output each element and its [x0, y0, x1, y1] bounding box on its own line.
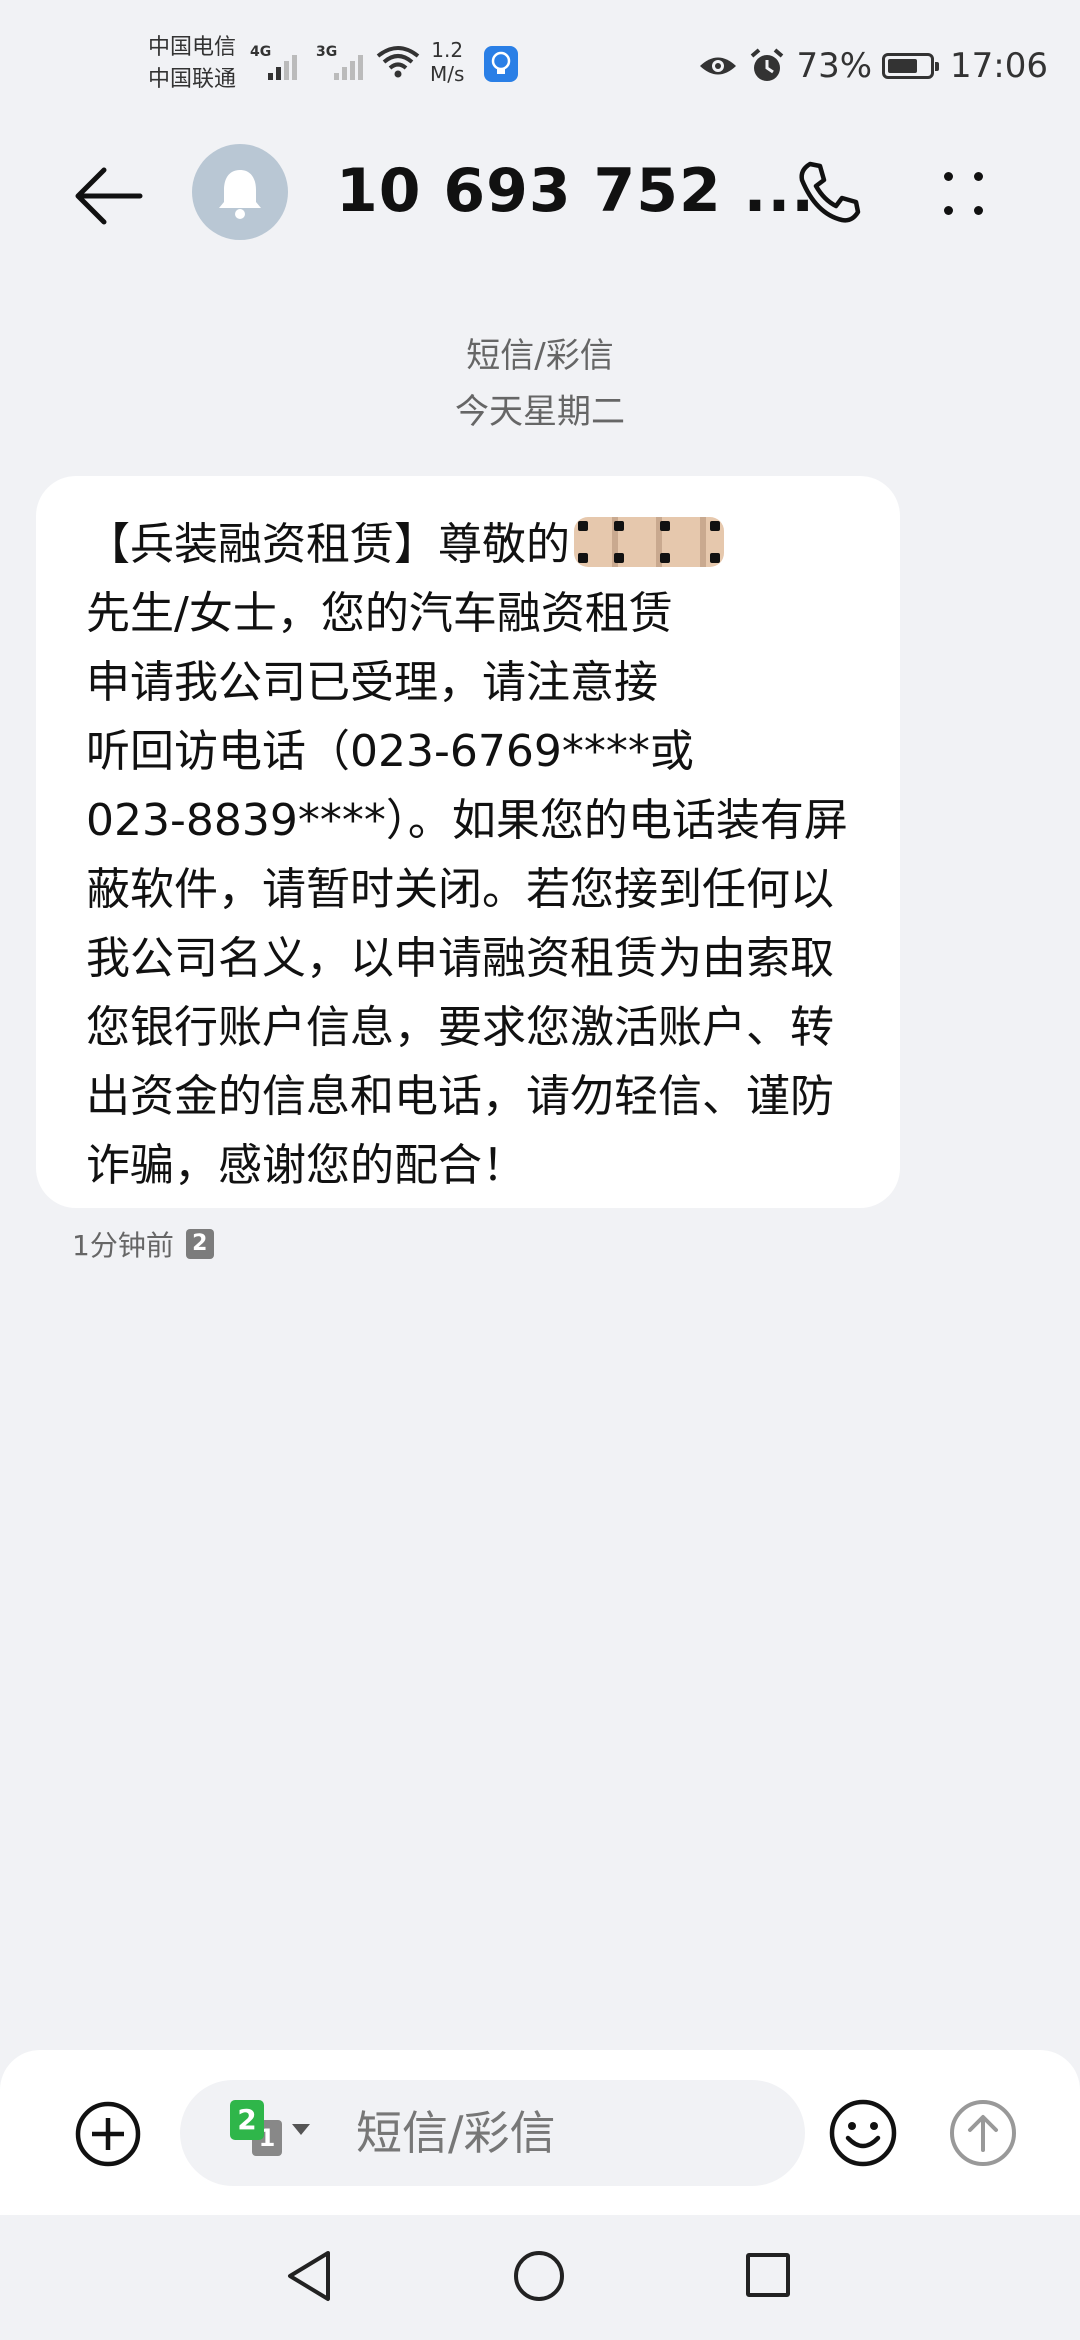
thread-date-label: 今天星期二 — [455, 392, 625, 432]
carrier-2: 中国联通 — [148, 67, 237, 92]
message-text-part-1: 【兵装融资租赁】尊敬的 — [86, 519, 570, 570]
alarm-icon — [751, 48, 784, 81]
battery-icon — [882, 53, 940, 79]
emoji-icon[interactable] — [828, 2098, 898, 2168]
status-right-group: 73% 17:06 — [698, 44, 1048, 88]
sim-primary-icon: 2 — [230, 2100, 264, 2140]
carrier-1: 中国电信 — [148, 35, 237, 60]
message-text: 【兵装融资租赁】尊敬的 先生/女士，您的汽车融资租赁 申请我公司已受理，请注意接… — [86, 510, 860, 1200]
network-speed: 1.2 M/s — [430, 38, 464, 86]
conversation-header: 10 693 752 ... — [0, 130, 1080, 260]
carrier-labels: 中国电信 中国联通 — [148, 32, 236, 96]
speed-unit: M/s — [430, 62, 465, 86]
status-bar: 中国电信 中国联通 4G 3G 1.2 M/s 73% 17:06 — [0, 0, 1080, 130]
message-input-container[interactable]: 1 2 — [180, 2080, 805, 2186]
contact-number-title[interactable]: 10 693 752 ... — [336, 156, 815, 226]
nav-home-icon[interactable] — [512, 2249, 566, 2303]
phone-icon[interactable] — [796, 160, 862, 226]
navigation-bar — [0, 2215, 1080, 2340]
composer-bar: 1 2 — [0, 2050, 1080, 2215]
nav-recent-icon[interactable] — [746, 2253, 790, 2297]
eye-icon — [700, 57, 737, 75]
speed-value: 1.2 — [431, 38, 464, 62]
battery-percent: 73% — [796, 46, 873, 86]
message-time: 1分钟前 — [72, 1229, 174, 1262]
message-bubble[interactable]: 【兵装融资租赁】尊敬的 先生/女士，您的汽车融资租赁 申请我公司已受理，请注意接… — [36, 476, 900, 1208]
add-icon[interactable] — [74, 2100, 142, 2168]
thread-type-label: 短信/彩信 — [466, 336, 614, 376]
sim-badge: 2 — [185, 1229, 214, 1259]
contact-avatar[interactable] — [192, 144, 288, 240]
sim-selector[interactable]: 1 2 — [230, 2100, 310, 2160]
redaction-mask — [574, 517, 724, 567]
message-input[interactable] — [356, 2100, 776, 2166]
back-arrow-icon[interactable] — [74, 166, 144, 226]
bell-icon — [219, 170, 261, 219]
nav-back-icon[interactable] — [284, 2249, 334, 2303]
message-meta: 1分钟前 2 — [72, 1224, 214, 1264]
message-text-part-2: 先生/女士，您的汽车融资租赁 申请我公司已受理，请注意接 听回访电话（023-6… — [86, 588, 848, 1191]
wifi-icon — [376, 46, 420, 78]
send-icon[interactable] — [948, 2098, 1018, 2168]
chevron-down-icon — [292, 2124, 310, 2135]
clock: 17:06 — [950, 46, 1048, 86]
signal-bars-icon — [334, 52, 374, 80]
more-icon[interactable] — [944, 162, 984, 222]
signal-bars-icon — [268, 52, 308, 80]
lightbulb-icon — [484, 46, 518, 82]
